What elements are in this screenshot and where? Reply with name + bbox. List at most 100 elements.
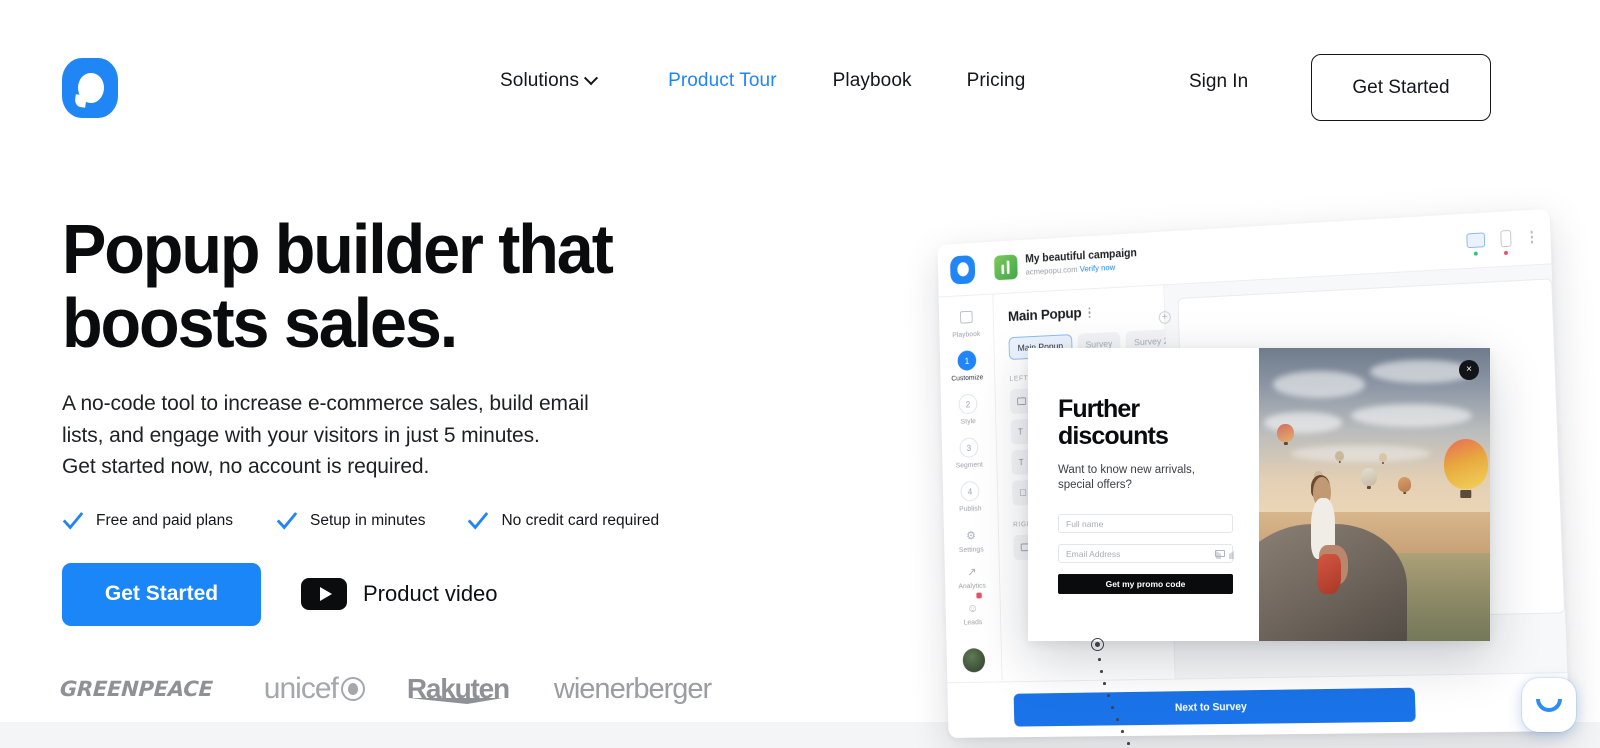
close-icon[interactable]: × <box>1459 360 1479 380</box>
sidebar-utility-group: ⚙ Settings ↗ Analytics ☺ Leads <box>957 529 988 682</box>
popupsmart-logo-icon <box>62 58 118 118</box>
customer-logos: GREENPEACE unicef Rakuten wienerberger <box>59 672 712 706</box>
sidebar-label: Playbook <box>952 329 981 340</box>
hot-air-balloon-photo <box>1259 348 1490 641</box>
page-title: Popup builder that boosts sales. <box>62 212 718 360</box>
nav-label-solutions: Solutions <box>500 70 580 91</box>
step-badge: 4 <box>960 480 980 502</box>
leads-badge <box>976 592 983 599</box>
add-element-icon[interactable]: + <box>1158 310 1171 324</box>
popup-image: × <box>1259 348 1490 641</box>
email-input[interactable]: Email Address <box>1058 544 1234 563</box>
feature-label: Free and paid plans <box>96 511 234 529</box>
sidebar-item-customize[interactable]: 1 Customize <box>951 350 984 383</box>
more-options-icon[interactable] <box>1530 230 1534 244</box>
popup-body-line-2: special offers? <box>1058 479 1132 491</box>
sidebar-item-settings[interactable]: ⚙ Settings <box>958 528 984 555</box>
popup-preview: Further discounts Want to know new arriv… <box>1028 348 1490 641</box>
mobile-view-icon[interactable] <box>1499 229 1512 256</box>
nav-item-playbook[interactable]: Playbook <box>833 70 912 92</box>
sidebar-item-leads[interactable]: ☺ Leads <box>963 592 983 627</box>
step-badge: 3 <box>959 437 979 458</box>
email-placeholder: Email Address <box>1066 548 1121 559</box>
campaign-icon <box>994 253 1018 280</box>
check-icon <box>62 511 84 530</box>
full-name-input[interactable]: Full name <box>1058 514 1233 533</box>
feature-item: No credit card required <box>467 510 659 532</box>
sidebar-item-analytics[interactable]: ↗ Analytics <box>958 564 986 590</box>
hero-subtitle-line-1: A no-code tool to increase e-commerce sa… <box>62 392 589 415</box>
sidebar-label: Customize <box>951 372 984 383</box>
play-icon <box>301 578 347 610</box>
chat-smile-icon <box>1536 698 1562 712</box>
check-icon <box>276 511 298 530</box>
sidebar-label: Settings <box>958 544 984 555</box>
chat-widget-button[interactable] <box>1522 678 1576 732</box>
anchor-point-icon <box>1091 638 1104 651</box>
leads-icon: ☺ <box>967 601 979 615</box>
connector-line <box>1091 638 1221 748</box>
popup-body-line-1: Want to know new arrivals, <box>1058 464 1195 476</box>
gear-icon: ⚙ <box>966 528 976 543</box>
feature-item: Setup in minutes <box>276 510 425 532</box>
hero-subtitle: A no-code tool to increase e-commerce sa… <box>62 388 752 483</box>
nav-item-solutions[interactable]: Solutions <box>500 70 599 92</box>
image-icon <box>1017 397 1027 406</box>
hero-content: Popup builder that boosts sales. A no-co… <box>62 212 752 626</box>
sidebar-item-playbook[interactable]: Playbook <box>952 306 981 340</box>
sidebar-item-style[interactable]: 2 Style <box>958 393 978 426</box>
full-name-placeholder: Full name <box>1066 518 1104 529</box>
step-badge: 2 <box>958 393 978 415</box>
brand-logo-unicef: unicef <box>264 672 365 706</box>
panel-header: Main Popup <box>1008 301 1152 325</box>
get-started-button-hero[interactable]: Get Started <box>62 562 261 626</box>
desktop-view-icon[interactable] <box>1465 232 1485 256</box>
sidebar-label: Style <box>960 416 977 426</box>
nav-item-product-tour[interactable]: Product Tour <box>668 70 777 92</box>
popup-content: Further discounts Want to know new arriv… <box>1028 348 1259 641</box>
popup-body-text: Want to know new arrivals, special offer… <box>1058 463 1233 493</box>
app-sidebar: Playbook 1 Customize 2 Style 3 Segment 4… <box>938 294 1003 683</box>
app-footer: Next to Survey <box>947 672 1570 738</box>
logo[interactable] <box>62 58 118 118</box>
cta-row: Get Started Product video <box>62 562 752 626</box>
popup-heading-line-2: discounts <box>1058 422 1169 450</box>
promo-code-submit-button[interactable]: Get my promo code <box>1058 574 1233 594</box>
sign-in-link[interactable]: Sign In <box>1189 71 1248 93</box>
person-silhouette <box>1305 474 1349 595</box>
hero-subtitle-line-2: lists, and engage with your visitors in … <box>62 423 540 447</box>
text-icon: T <box>1017 426 1023 437</box>
device-toggle-group <box>1465 228 1537 256</box>
sidebar-item-segment[interactable]: 3 Segment <box>955 437 983 469</box>
app-logo-icon[interactable] <box>949 254 976 285</box>
sidebar-label: Leads <box>963 617 983 627</box>
product-video-link[interactable]: Product video <box>301 578 498 610</box>
panel-menu-icon[interactable] <box>1088 307 1091 318</box>
brand-label-unicef: unicef <box>263 672 339 705</box>
chart-icon: ↗ <box>967 564 977 579</box>
sidebar-label: Segment <box>955 459 984 470</box>
feature-label: No credit card required <box>501 511 660 529</box>
feature-list: Free and paid plans Setup in minutes No … <box>62 510 752 532</box>
brand-logo-rakuten: Rakuten <box>406 673 510 704</box>
landing-page: Solutions Product Tour Playbook Pricing … <box>0 0 1600 748</box>
product-screenshot: My beautiful campaign acmepopu.com Verif… <box>855 190 1600 748</box>
brand-logo-wienerberger: wienerberger <box>553 672 712 705</box>
feature-item: Free and paid plans <box>62 510 233 532</box>
get-started-button-header[interactable]: Get Started <box>1311 54 1491 121</box>
hero-subtitle-line-3: Get started now, no account is required. <box>62 455 430 478</box>
verify-now-link[interactable]: Verify now <box>1080 262 1116 274</box>
sidebar-item-publish[interactable]: 4 Publish <box>959 480 982 514</box>
chevron-down-icon <box>583 71 599 86</box>
nav-item-pricing[interactable]: Pricing <box>967 70 1026 92</box>
sidebar-label: Publish <box>959 503 982 514</box>
unicef-emblem-icon <box>340 677 365 701</box>
avatar[interactable] <box>962 648 986 673</box>
brand-logo-greenpeace: GREENPEACE <box>59 677 214 701</box>
popup-heading-line-1: Further <box>1058 395 1140 423</box>
campaign-info: My beautiful campaign acmepopu.com Verif… <box>1025 248 1137 278</box>
hero-title-line-1: Popup builder that <box>62 210 614 288</box>
feature-label: Setup in minutes <box>310 511 426 529</box>
site-header: Solutions Product Tour Playbook Pricing … <box>0 0 1600 170</box>
hero-title-line-2: boosts sales. <box>62 284 458 362</box>
